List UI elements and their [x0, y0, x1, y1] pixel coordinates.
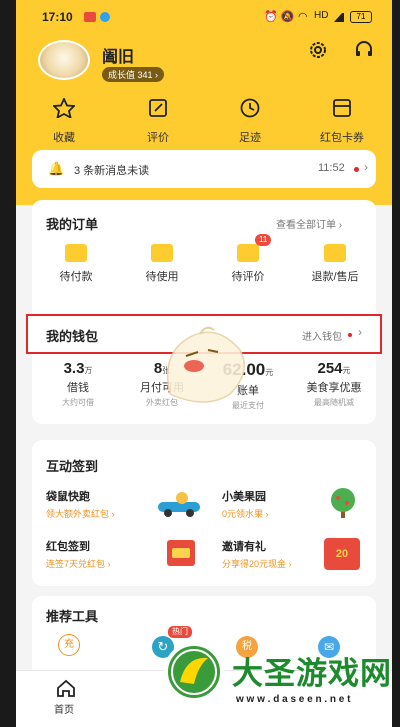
stat-label: 借钱: [67, 382, 89, 394]
notification-text: 3 条新消息未读: [74, 165, 150, 177]
checkin-redpacket[interactable]: 红包签到 连签7天兑红包 ›: [46, 538, 206, 578]
red-envelope-icon: [164, 538, 198, 568]
watermark-url: w w w . d a s e e n . n e t: [236, 694, 351, 705]
notification-bar[interactable]: 🔔 3 条新消息未读 11:52 ›: [32, 150, 376, 188]
quick-action-label: 足迹: [239, 132, 261, 144]
stat-sublabel: 最高随机减: [314, 398, 354, 407]
home-icon: [57, 679, 75, 697]
tab-home[interactable]: 首页: [54, 679, 78, 719]
race-car-icon: [154, 490, 204, 518]
quick-action-coupons[interactable]: 红包卡券: [312, 98, 372, 145]
signal-icon: [334, 13, 344, 22]
chevron-right-icon: ›: [364, 160, 368, 174]
quick-action-history[interactable]: 足迹: [226, 98, 274, 145]
status-indicator-icons: ⏰🔕: [264, 11, 298, 23]
review-count-badge: 11: [255, 234, 272, 246]
watermark: 大圣游戏网 w w w . d a s e e n . n e t: [156, 630, 392, 727]
username: 阖旧: [102, 49, 135, 66]
battery-level: 71: [356, 12, 366, 21]
video-app-icon: [84, 12, 96, 22]
wallet-stat-loan[interactable]: 3.3万 借钱 大约可借: [40, 360, 116, 408]
recharge-icon[interactable]: 充: [58, 634, 80, 656]
clock-icon: [240, 98, 260, 118]
invite-amount: 20: [335, 548, 349, 560]
stat-label: 月付可用: [140, 382, 184, 394]
growth-badge[interactable]: 成长值 341 ›: [102, 67, 165, 82]
chat-app-icon: [100, 12, 110, 22]
order-label: 退款/售后: [311, 271, 359, 283]
stat-value: 62.00: [222, 360, 266, 379]
checkin-title: 互动签到: [46, 459, 99, 474]
avatar[interactable]: [38, 40, 90, 80]
wifi-icon: ◠: [298, 11, 308, 23]
order-pending-payment[interactable]: 待付款: [44, 244, 108, 284]
orders-wallet-card: 我的订单 查看全部订单 › 待付款 待使用 11 待评价 退款/售后 我的钱包 …: [26, 200, 382, 424]
star-icon: [51, 96, 77, 120]
checkin-card: 互动签到 袋鼠快跑 领大额外卖红包 › 小美果园 0元领水果 › 红包签到 连签…: [32, 440, 376, 586]
tool-label: 充: [64, 639, 74, 650]
wallet-title: 我的钱包: [46, 329, 99, 344]
order-label: 待使用: [145, 271, 179, 283]
quick-action-label: 评价: [147, 132, 169, 144]
order-label: 待评价: [231, 271, 265, 283]
all-orders-link[interactable]: 查看全部订单 ›: [276, 216, 342, 231]
order-to-review[interactable]: 11 待评价: [216, 234, 280, 284]
edit-icon: [149, 99, 167, 117]
stat-sublabel: 大约可借: [62, 398, 94, 407]
coupon-icon: [333, 99, 351, 117]
stat-label: 美食享优惠: [306, 382, 362, 394]
wallet-header[interactable]: 我的钱包 进入钱包 ›: [26, 314, 382, 354]
fruit-tree-icon: [326, 486, 360, 520]
order-label: 待付款: [59, 271, 93, 283]
stat-unit: 万: [84, 366, 93, 375]
tools-title: 推荐工具: [46, 609, 99, 624]
tab-label: 首页: [54, 705, 74, 716]
network-label: HD: [314, 10, 329, 21]
wallet-stat-bill[interactable]: 62.00元 账单 最近支付: [206, 360, 290, 411]
refund-icon: [324, 244, 346, 262]
bell-icon: 🔔: [48, 161, 65, 176]
invite-envelope-icon: 20: [324, 538, 360, 570]
comment-icon: 11: [237, 234, 272, 262]
stat-unit: 张: [162, 366, 171, 375]
wallet-stat-discount[interactable]: 254元 美食享优惠 最高随机减: [294, 360, 374, 408]
stat-sublabel: 外卖红包: [146, 398, 178, 407]
checkin-invite[interactable]: 邀请有礼 分享得20元现金 › 20: [222, 538, 372, 578]
wallet-icon: [65, 244, 87, 262]
ticket-icon: [151, 244, 173, 262]
wallet-link[interactable]: 进入钱包: [302, 328, 342, 343]
orders-title: 我的订单: [46, 217, 99, 232]
quick-action-favorites[interactable]: 收藏: [40, 96, 88, 145]
battery-icon: 71: [350, 11, 372, 23]
wallet-stat-monthly[interactable]: 8张 月付可用 外卖红包: [124, 360, 200, 408]
chevron-right-icon: ›: [358, 325, 362, 339]
stat-value: 254: [317, 360, 343, 377]
checkin-orchard[interactable]: 小美果园 0元领水果 ›: [222, 488, 372, 528]
settings-icon[interactable]: [308, 40, 328, 60]
stat-sublabel: 最近支付: [232, 401, 264, 410]
customer-service-icon[interactable]: [354, 40, 374, 60]
wallet-dot: [348, 333, 352, 337]
stat-value: 8: [153, 360, 163, 377]
stat-unit: 元: [265, 368, 274, 377]
status-time: 17:10: [42, 10, 73, 24]
stat-value: 3.3: [63, 360, 85, 377]
watermark-title: 大圣游戏网: [232, 656, 392, 691]
notification-time: 11:52: [318, 162, 345, 174]
quick-action-label: 红包卡券: [320, 132, 364, 144]
order-refund[interactable]: 退款/售后: [300, 244, 370, 284]
stat-label: 账单: [237, 385, 259, 397]
quick-action-label: 收藏: [53, 132, 75, 144]
checkin-kangaroo-run[interactable]: 袋鼠快跑 领大额外卖红包 ›: [46, 488, 206, 528]
screen: 17:10 ⏰🔕 ◠ HD 71 阖旧 成长值 341 › 收藏 评价 足迹 红…: [16, 0, 392, 727]
unread-dot: [354, 167, 359, 172]
stat-unit: 元: [342, 366, 351, 375]
order-to-use[interactable]: 待使用: [130, 244, 194, 284]
watermark-logo-icon: [164, 642, 224, 702]
quick-action-reviews[interactable]: 评价: [134, 98, 182, 145]
